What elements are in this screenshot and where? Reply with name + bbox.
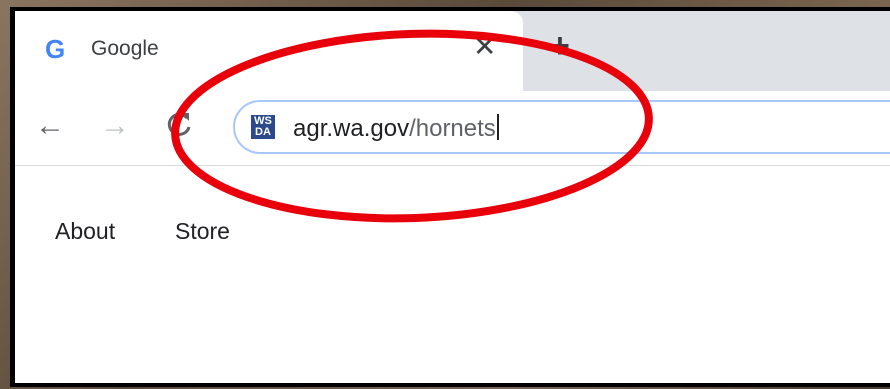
tab-google[interactable]: G Google ✕ <box>15 11 523 91</box>
back-button[interactable]: ← <box>35 109 65 143</box>
url-text[interactable]: agr.wa.gov/hornets <box>293 114 499 143</box>
store-link[interactable]: Store <box>175 218 230 245</box>
text-caret <box>496 114 499 140</box>
close-tab-icon[interactable]: ✕ <box>473 31 496 63</box>
forward-button[interactable]: → <box>100 109 130 143</box>
google-g-icon: G <box>45 34 66 64</box>
browser-toolbar: ← → WS DA agr.wa.gov/hornets <box>15 91 890 166</box>
address-bar[interactable]: WS DA agr.wa.gov/hornets <box>233 100 890 154</box>
new-tab-button[interactable]: + <box>550 29 570 63</box>
tab-strip: G Google ✕ + <box>15 11 890 91</box>
url-host: agr.wa.gov <box>293 115 410 142</box>
page-content: About Store <box>15 166 890 383</box>
reload-icon <box>167 112 191 136</box>
browser-window: G Google ✕ + ← → WS DA agr.wa.gov/hornet <box>10 7 890 387</box>
reload-button[interactable] <box>165 109 193 147</box>
about-link[interactable]: About <box>55 218 115 245</box>
tab-title: Google <box>91 37 159 60</box>
screenshot-scene: G Google ✕ + ← → WS DA agr.wa.gov/hornet <box>0 0 890 389</box>
wsda-favicon-icon: WS DA <box>251 115 275 139</box>
url-path: /hornets <box>409 115 496 142</box>
